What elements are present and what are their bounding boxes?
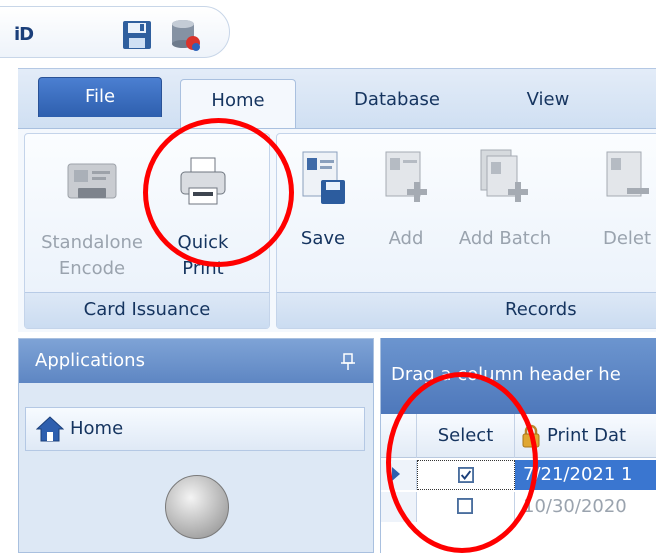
table-row[interactable]: 10/30/2020	[381, 492, 656, 522]
applications-pane: Applications Home	[18, 338, 374, 553]
printer-icon	[180, 157, 226, 205]
print-date-cell[interactable]: 10/30/2020	[515, 492, 656, 522]
add-batch-icon	[480, 149, 528, 202]
select-cell[interactable]	[417, 460, 515, 490]
app-logo: iD	[14, 24, 34, 45]
add-batch-button[interactable]: Add Batch	[445, 148, 565, 252]
quick-print-label: Quick Print	[177, 232, 229, 279]
home-icon	[36, 416, 64, 442]
applications-header: Applications	[19, 339, 373, 383]
delete-record-icon	[606, 151, 649, 197]
row-indicator	[381, 460, 417, 490]
current-row-arrow-icon	[392, 467, 400, 481]
database-icon[interactable]	[170, 18, 202, 52]
pin-icon[interactable]	[341, 353, 355, 371]
tab-home[interactable]: Home	[180, 79, 296, 131]
ribbon-body: Standalone Encode Quick Print Card Issua…	[18, 128, 656, 332]
add-record-icon	[385, 151, 427, 202]
grid-header-row: Select Print Dat	[381, 414, 656, 458]
knob-graphic	[165, 475, 229, 539]
group-card-issuance: Standalone Encode Quick Print Card Issua…	[24, 133, 270, 329]
card-encoder-icon	[67, 163, 117, 199]
column-header-select[interactable]: Select	[417, 414, 515, 458]
quick-print-button[interactable]: Quick Print	[155, 152, 251, 282]
save-record-label: Save	[300, 228, 346, 249]
floppy-disk-icon[interactable]	[122, 20, 152, 50]
add-batch-label: Add Batch	[458, 228, 552, 249]
group-records: Save Add Add Batch Delet Records	[276, 133, 656, 329]
print-date-cell[interactable]: 7/21/2021 1	[515, 460, 656, 490]
quick-access-toolbar: iD	[0, 0, 656, 64]
lock-icon	[522, 424, 540, 448]
column-header-print-date[interactable]: Print Dat	[515, 414, 656, 458]
tab-database[interactable]: Database	[342, 79, 452, 131]
ribbon-tab-strip: File Home Database View	[18, 68, 656, 131]
app-window: iD File Home Database View Standalone En…	[0, 0, 656, 553]
column-header-print-date-label: Print Dat	[547, 425, 627, 446]
row-indicator-header	[381, 414, 417, 458]
applications-item-home-label: Home	[70, 418, 124, 439]
save-record-icon	[302, 151, 345, 204]
applications-title: Applications	[35, 350, 145, 371]
group-by-panel[interactable]: Drag a column header he	[381, 338, 656, 414]
table-row[interactable]: 7/21/2021 1	[381, 460, 656, 490]
add-record-label: Add	[388, 228, 424, 249]
tab-file[interactable]: File	[38, 77, 162, 117]
select-checkbox-checked[interactable]	[458, 467, 474, 483]
tab-view[interactable]: View	[518, 79, 578, 131]
add-record-button[interactable]: Add	[377, 148, 435, 252]
row-indicator	[381, 492, 417, 522]
select-cell[interactable]	[417, 492, 515, 522]
standalone-encode-button[interactable]: Standalone Encode	[31, 152, 153, 282]
records-grid: Drag a column header he Select Print Dat	[380, 338, 656, 553]
group-label-records: Records	[277, 292, 656, 328]
save-record-button[interactable]: Save	[287, 148, 359, 252]
group-label-card-issuance: Card Issuance	[25, 292, 269, 328]
standalone-encode-label: Standalone Encode	[41, 232, 143, 279]
applications-item-home[interactable]: Home	[25, 407, 365, 451]
delete-record-button[interactable]: Delet	[577, 148, 656, 252]
select-checkbox-unchecked[interactable]	[457, 498, 473, 514]
delete-record-label: Delet	[602, 228, 652, 249]
